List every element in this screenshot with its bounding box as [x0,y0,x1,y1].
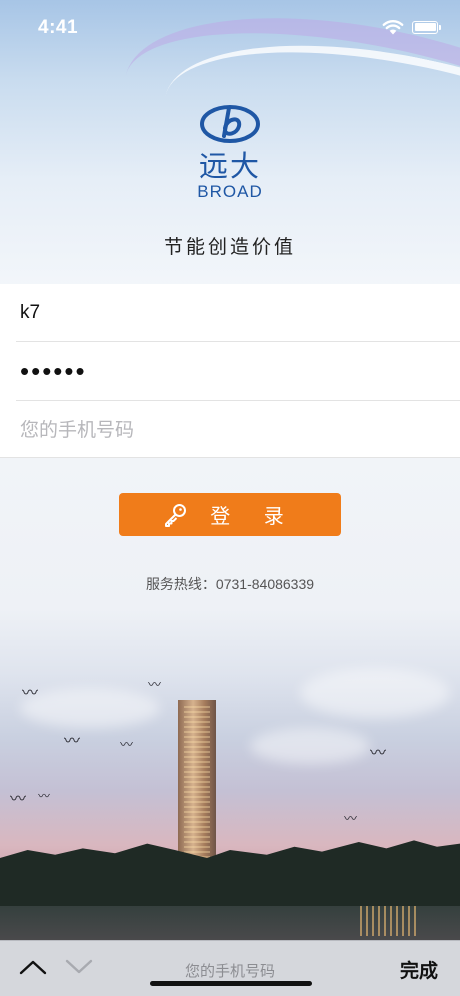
phone-row [16,402,460,460]
cloud [250,728,370,764]
cloud [300,668,450,718]
treeline [0,840,460,906]
bird-icon: 〰 [344,811,358,826]
key-icon [165,503,187,527]
bird-icon: 〰 [38,789,51,803]
bird-icon: 〰 [64,733,81,750]
password-row [16,343,460,401]
login-button-label: 登 录 [210,506,298,528]
password-input[interactable] [16,343,460,400]
logo-text-cn: 远大 [198,149,261,183]
username-input[interactable] [16,284,460,341]
cloud [20,688,160,728]
keyboard-field-hint: 您的手机号码 [184,963,275,980]
home-indicator[interactable] [150,981,312,986]
wifi-icon [382,20,404,35]
slogan: 节能创造价值 [163,236,296,258]
service-hotline: 服务热线：0731-84086339 [145,576,315,592]
login-form [0,284,460,460]
phone-input[interactable] [16,402,460,460]
keyboard-toolbar: 您的手机号码 完成 [0,940,460,996]
city-scenery-background: 〰 〰 〰 〰 〰 〰 〰 〰 [0,458,460,996]
tower-building [178,700,216,868]
logo-text-en: BROAD [197,182,263,201]
status-bar: 4:41 [0,0,460,56]
login-button[interactable]: 登 录 [119,493,341,536]
bird-icon: 〰 [148,677,162,692]
bird-icon: 〰 [370,745,387,762]
done-button[interactable]: 完成 [400,956,438,983]
bird-icon: 〰 [120,737,134,752]
bird-icon: 〰 [10,791,27,808]
broad-logo-mark [200,105,260,143]
battery-icon [412,20,441,34]
username-row [16,284,460,342]
bird-icon: 〰 [22,685,39,702]
light-reflection [360,906,420,936]
status-time: 4:41 [38,17,79,38]
status-icons [382,19,441,35]
broad-logo: 远大 BROAD [190,104,270,214]
